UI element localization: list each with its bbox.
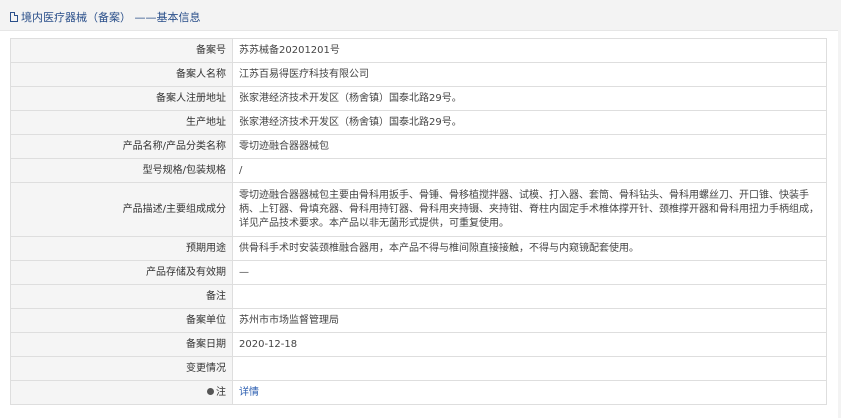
row-value: 详情 — [232, 380, 827, 405]
row-value: 供骨科手术时安装颈椎融合器用，本产品不得与椎间隙直接接触，不得与内窥镜配套使用。 — [232, 236, 827, 261]
row-label: 备案号 — [10, 38, 233, 63]
row-value: 张家港经济技术开发区（杨舍镇）国泰北路29号。 — [232, 110, 827, 135]
row-value: 零切迹融合器器械包主要由骨科用扳手、骨锤、骨移植搅拌器、试模、打入器、套筒、骨科… — [232, 182, 827, 237]
page-header: 境内医疗器械（备案） ——基本信息 — [0, 0, 838, 31]
row-model-spec: 型号规格/包装规格 / — [10, 158, 827, 183]
row-change-status: 变更情况 — [10, 356, 827, 381]
row-value: — — [232, 260, 827, 285]
row-label: 产品存储及有效期 — [10, 260, 233, 285]
row-filing-date: 备案日期 2020-12-18 — [10, 332, 827, 357]
row-label: 生产地址 — [10, 110, 233, 135]
details-link[interactable]: 详情 — [239, 387, 259, 398]
row-value: 张家港经济技术开发区（杨舍镇）国泰北路29号。 — [232, 86, 827, 111]
row-value: 2020-12-18 — [232, 332, 827, 357]
row-value: 零切迹融合器器械包 — [232, 134, 827, 159]
row-product-name: 产品名称/产品分类名称 零切迹融合器器械包 — [10, 134, 827, 159]
row-label: 备案单位 — [10, 308, 233, 333]
row-label: 备案人名称 — [10, 62, 233, 87]
row-label: 注 — [10, 380, 233, 405]
row-record-number: 备案号 苏苏械备20201201号 — [10, 38, 827, 63]
row-value: / — [232, 158, 827, 183]
row-value — [232, 284, 827, 309]
row-value — [232, 356, 827, 381]
row-registrant-name: 备案人名称 江苏百易得医疗科技有限公司 — [10, 62, 827, 87]
document-icon — [10, 12, 18, 22]
row-registered-address: 备案人注册地址 张家港经济技术开发区（杨舍镇）国泰北路29号。 — [10, 86, 827, 111]
row-value: 苏州市市场监督管理局 — [232, 308, 827, 333]
row-value: 江苏百易得医疗科技有限公司 — [232, 62, 827, 87]
page-title: 境内医疗器械（备案） ——基本信息 — [10, 9, 201, 25]
row-label: 变更情况 — [10, 356, 233, 381]
row-label: 产品描述/主要组成成分 — [10, 182, 233, 237]
row-note: 注 详情 — [10, 380, 827, 405]
row-storage-validity: 产品存储及有效期 — — [10, 260, 827, 285]
note-icon — [207, 387, 214, 395]
row-label: 备案人注册地址 — [10, 86, 233, 111]
row-label: 产品名称/产品分类名称 — [10, 134, 233, 159]
row-label: 预期用途 — [10, 236, 233, 261]
row-filing-unit: 备案单位 苏州市市场监督管理局 — [10, 308, 827, 333]
row-product-description: 产品描述/主要组成成分 零切迹融合器器械包主要由骨科用扳手、骨锤、骨移植搅拌器、… — [10, 182, 827, 237]
row-value: 苏苏械备20201201号 — [232, 38, 827, 63]
row-production-address: 生产地址 张家港经济技术开发区（杨舍镇）国泰北路29号。 — [10, 110, 827, 135]
row-label: 备案日期 — [10, 332, 233, 357]
row-intended-use: 预期用途 供骨科手术时安装颈椎融合器用，本产品不得与椎间隙直接接触，不得与内窥镜… — [10, 236, 827, 261]
info-table: 备案号 苏苏械备20201201号 备案人名称 江苏百易得医疗科技有限公司 备案… — [10, 38, 827, 405]
row-label: 备注 — [10, 284, 233, 309]
row-remarks: 备注 — [10, 284, 827, 309]
note-label-text: 注 — [216, 386, 226, 398]
row-label: 型号规格/包装规格 — [10, 158, 233, 183]
page-title-text: 境内医疗器械（备案） ——基本信息 — [21, 11, 201, 24]
